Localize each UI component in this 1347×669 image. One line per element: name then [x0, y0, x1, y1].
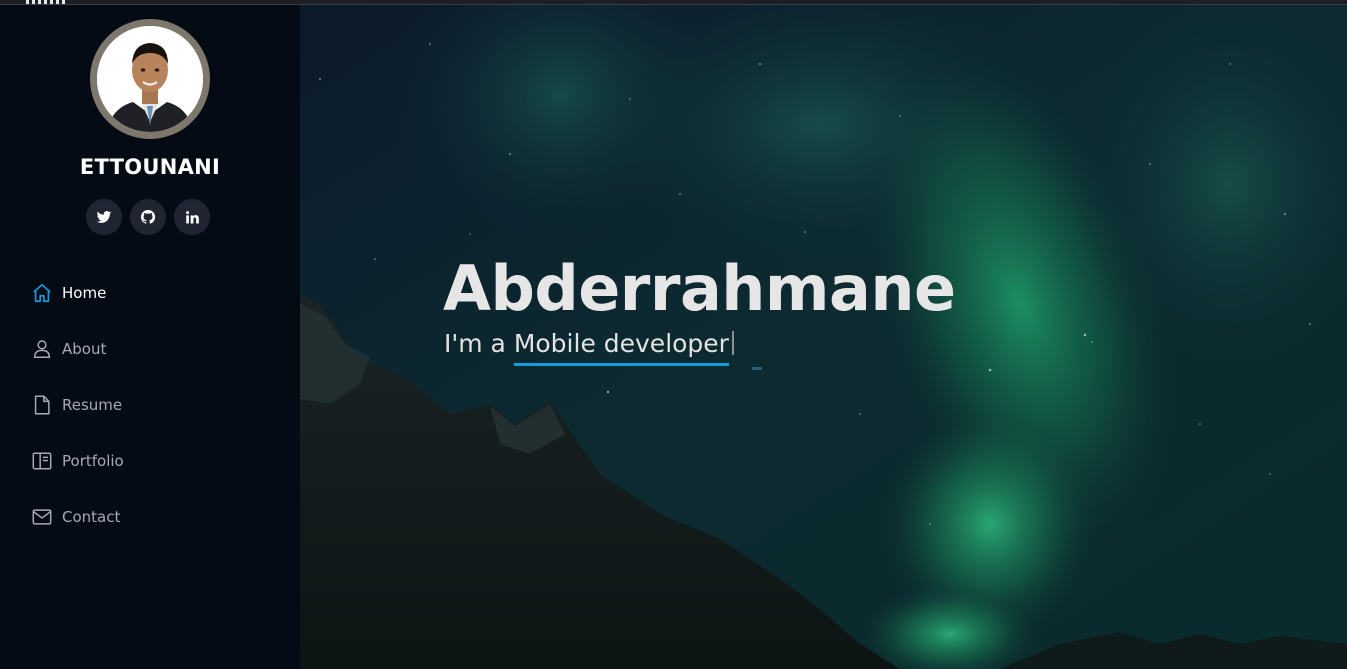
- envelope-icon: [30, 505, 54, 529]
- typed-text: Mobile developer: [513, 329, 730, 366]
- nav-label-home: Home: [62, 284, 107, 302]
- book-half-icon: [30, 449, 54, 473]
- profile-photo-icon: [97, 26, 203, 132]
- typing-cursor: [731, 331, 734, 355]
- nav-item-portfolio[interactable]: Portfolio: [30, 443, 124, 479]
- nav-label-resume: Resume: [62, 396, 123, 414]
- twitter-icon: [96, 211, 112, 223]
- linkedin-link[interactable]: [174, 199, 210, 235]
- github-icon: [140, 209, 156, 224]
- nav-item-contact[interactable]: Contact: [30, 499, 124, 535]
- nav-label-about: About: [62, 340, 107, 358]
- hero-title: Abderrahmane: [443, 252, 956, 325]
- home-icon: [30, 281, 54, 305]
- file-icon: [30, 393, 54, 417]
- hero-subtitle: I'm a Mobile developer: [444, 329, 734, 366]
- hero-subtitle-prefix: I'm a: [444, 329, 514, 358]
- avatar: [90, 19, 210, 139]
- nav-item-about[interactable]: About: [30, 331, 124, 367]
- github-link[interactable]: [130, 199, 166, 235]
- nav-item-home[interactable]: Home: [30, 275, 124, 311]
- main-nav: Home About Resume Portfolio Contact: [30, 275, 124, 555]
- social-links: [86, 199, 210, 235]
- nav-label-contact: Contact: [62, 508, 121, 526]
- twitter-link[interactable]: [86, 199, 122, 235]
- linkedin-icon: [185, 210, 199, 223]
- profile-name: ETTOUNANI: [79, 155, 221, 179]
- hero-section: Abderrahmane I'm a Mobile developer: [300, 4, 1347, 669]
- sidebar: ETTOUNANI Home About Resume Portfolio Co…: [0, 4, 300, 669]
- nav-label-portfolio: Portfolio: [62, 452, 124, 470]
- typed-underline-tail: [752, 367, 762, 370]
- browser-top-bar: [0, 0, 1347, 5]
- person-icon: [30, 337, 54, 361]
- browser-logo-icon: [26, 0, 68, 4]
- nav-item-resume[interactable]: Resume: [30, 387, 124, 423]
